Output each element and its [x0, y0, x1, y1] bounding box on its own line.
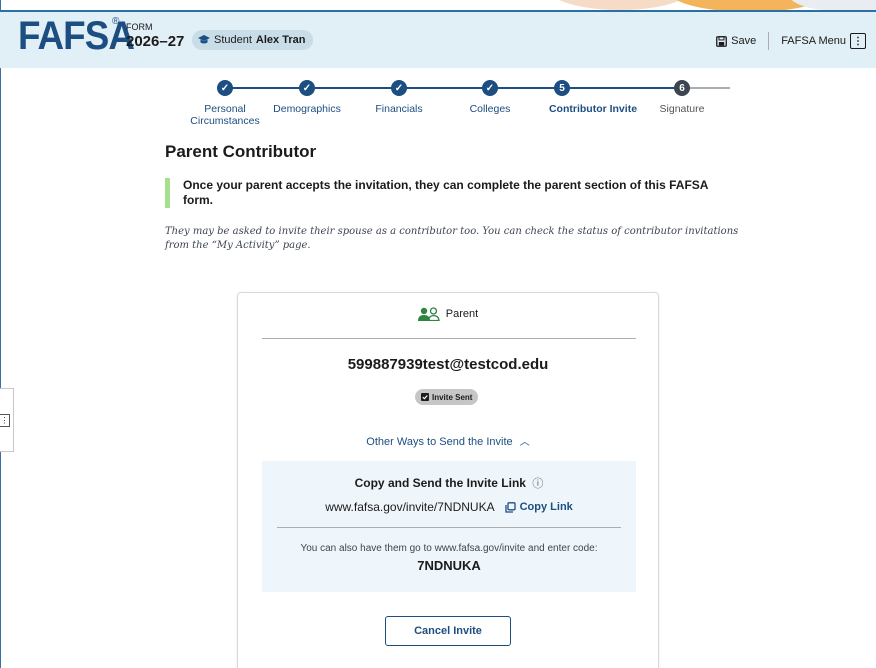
step-label-financials[interactable]: Financials	[364, 103, 434, 115]
cancel-invite-button[interactable]: Cancel Invite	[385, 616, 511, 646]
step-label-contributor-invite: Contributor Invite	[548, 103, 638, 115]
contributor-role: Parent	[445, 308, 479, 320]
contributor-email: 599887939test@testcod.edu	[347, 356, 549, 373]
other-ways-toggle[interactable]: Other Ways to Send the Invite ︿	[238, 433, 658, 448]
registered-mark: ®	[112, 16, 120, 27]
step-5-dot: 5	[554, 80, 570, 96]
progress-stepper: ✓ ✓ ✓ ✓ 5 6 Personal Circumstances Demog…	[165, 80, 730, 130]
invite-link-row: www.fafsa.gov/invite/7NDNUKA Copy Link	[262, 500, 636, 514]
alt-instructions: You can also have them go to www.fafsa.g…	[300, 543, 598, 554]
step-6-dot: 6	[674, 80, 690, 96]
copy-link-heading: Copy and Send the Invite Link ⓘ	[262, 475, 636, 491]
student-badge: Student Alex Tran	[192, 30, 314, 50]
form-year: 2026–27	[126, 33, 185, 50]
copy-link-label: Copy Link	[519, 501, 573, 513]
app-header: FAFSA ® FORM 2026–27 Student Alex Tran S…	[0, 10, 876, 68]
card-divider	[262, 338, 636, 339]
step-label-colleges[interactable]: Colleges	[460, 103, 520, 115]
panel-divider	[277, 527, 621, 528]
page-title: Parent Contributor	[165, 142, 317, 161]
student-label: Student	[214, 34, 252, 46]
student-name: Alex Tran	[255, 34, 306, 46]
parent-users-icon	[417, 307, 440, 321]
form-label: FORM	[126, 22, 153, 32]
header-actions: Save FAFSA Menu ⋮	[704, 32, 866, 50]
graduation-cap-icon	[198, 35, 210, 44]
save-icon	[716, 35, 728, 47]
copy-link-button[interactable]: Copy Link	[504, 501, 573, 513]
save-button[interactable]: Save	[704, 32, 770, 50]
side-menu-icon[interactable]: ⋮	[0, 414, 10, 427]
menu-icon: ⋮	[850, 33, 866, 49]
step-label-signature: Signature	[659, 103, 705, 115]
status-badge-label: Invite Sent	[432, 392, 473, 402]
contributor-note: They may be asked to invite their spouse…	[165, 226, 739, 251]
save-label: Save	[731, 35, 757, 47]
status-badge: Invite Sent	[415, 389, 479, 405]
invite-code: 7NDNUKA	[417, 558, 481, 573]
copy-icon	[504, 501, 516, 513]
step-1-check-icon: ✓	[217, 80, 233, 96]
invite-url: www.fafsa.gov/invite/7NDNUKA	[325, 500, 495, 514]
chevron-up-icon: ︿	[519, 437, 530, 448]
copy-link-title: Copy and Send the Invite Link	[354, 476, 526, 490]
info-callout: Once your parent accepts the invitation,…	[165, 178, 730, 208]
step-4-check-icon: ✓	[482, 80, 498, 96]
info-icon[interactable]: ⓘ	[529, 478, 543, 490]
step-line-current	[572, 87, 679, 89]
step-line-remaining	[686, 87, 730, 89]
envelope-check-icon	[421, 393, 429, 401]
step-3-check-icon: ✓	[391, 80, 407, 96]
step-label-demographics[interactable]: Demographics	[262, 103, 352, 115]
other-ways-label: Other Ways to Send the Invite	[366, 436, 513, 448]
invite-link-panel: Copy and Send the Invite Link ⓘ www.fafs…	[262, 461, 636, 592]
fafsa-menu-button[interactable]: FAFSA Menu ⋮	[769, 33, 866, 49]
step-2-check-icon: ✓	[299, 80, 315, 96]
menu-label: FAFSA Menu	[781, 35, 846, 47]
contributor-card: Parent 599887939test@testcod.edu Invite …	[237, 292, 659, 668]
step-label-personal-circumstances[interactable]: Personal Circumstances	[185, 103, 265, 127]
card-header: Parent	[238, 307, 658, 321]
